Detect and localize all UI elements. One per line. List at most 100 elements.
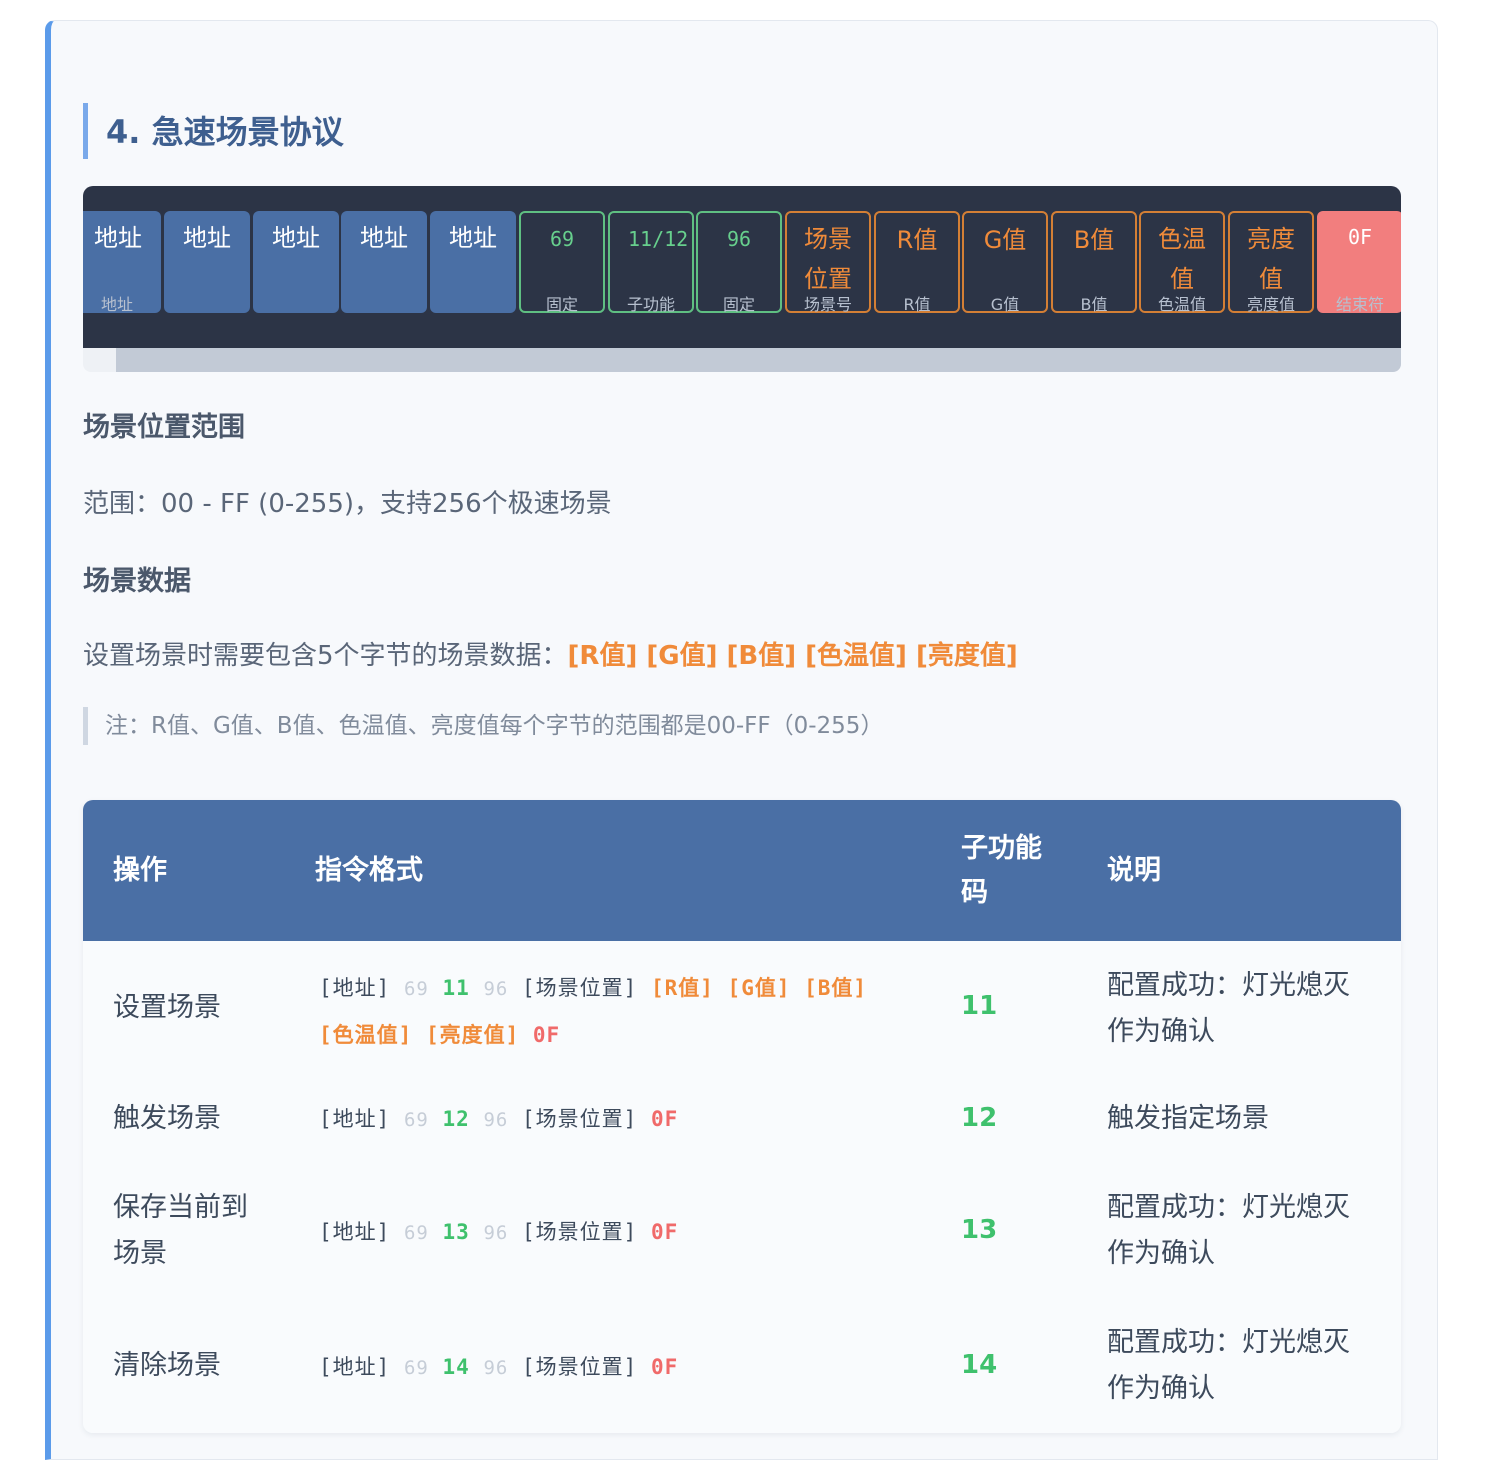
table-header: 操作 指令格式 子功能 码 说明 [83, 800, 1401, 941]
addr-box: 地址 [341, 211, 427, 313]
header-format: 指令格式 [315, 855, 423, 886]
r-label: R值 [903, 295, 931, 314]
token-code: 13 [442, 1220, 470, 1244]
addr-byte-5: 地址 [430, 211, 516, 313]
row-op: 触发场景 [113, 1103, 221, 1134]
row-desc-line2: 作为确认 [1107, 1238, 1215, 1269]
scene-pos-line1: 场景 [804, 225, 852, 253]
protocol-card: 4. 急速场景协议 地址 地址 地址 地址 地址 地址 69 固定 11/12 … [45, 20, 1438, 1460]
header-op: 操作 [113, 855, 167, 886]
token-addr: [地址] [319, 1220, 391, 1244]
byte-diagram[interactable]: 地址 地址 地址 地址 地址 地址 69 固定 11/12 子功能 96 固定 … [83, 186, 1401, 348]
row-code: 11 [961, 991, 998, 1021]
subfunc-label: 子功能 [626, 295, 675, 314]
command-table: 操作 指令格式 子功能 码 说明 设置场景 [地址] 69 11 96 [场景位… [83, 800, 1401, 1433]
scene-pos-label: 场景号 [803, 295, 852, 314]
token-fixed2: 96 [483, 978, 509, 1000]
range-title: 场景位置范围 [83, 412, 245, 443]
token-fixed1: 69 [403, 1357, 429, 1379]
token-addr: [地址] [319, 976, 391, 1000]
row-code: 13 [961, 1215, 998, 1245]
token-fixed1: 69 [403, 978, 429, 1000]
addr-box: 地址 [253, 211, 339, 313]
row-op-line1: 保存当前到 [113, 1192, 248, 1223]
data-highlight: [R值] [G值] [B值] [色温值] [亮度值] [567, 641, 1018, 671]
ct-line1: 色温 [1158, 225, 1206, 253]
token-end: 0F [532, 1023, 561, 1047]
token-r: [R值] [650, 976, 714, 1000]
table-row: 设置场景 [地址] 69 11 96 [场景位置] [R值] [G值] [B值]… [83, 941, 1401, 1076]
data-title: 场景数据 [83, 566, 191, 597]
token-fixed2: 96 [483, 1357, 509, 1379]
row-code: 12 [961, 1103, 998, 1133]
token-addr: [地址] [319, 1107, 391, 1131]
note-block: 注：R值、G值、B值、色温值、亮度值每个字节的范围都是00-FF（0-255） [83, 707, 883, 745]
row-desc-line2: 作为确认 [1107, 1373, 1215, 1404]
range-text: 范围：00 - FF (0-255)，支持256个极速场景 [83, 489, 612, 519]
row-desc-line2: 作为确认 [1107, 1016, 1215, 1047]
row-format: [地址] 69 12 96 [场景位置] 0F [319, 1096, 678, 1143]
row-op: 保存当前到 场景 [113, 1185, 248, 1277]
row-desc-line1: 配置成功：灯光熄灭 [1107, 970, 1350, 1001]
fixed-label: 固定 [722, 295, 755, 314]
row-op: 清除场景 [113, 1350, 221, 1381]
token-code: 11 [442, 976, 470, 1000]
row-format: [地址] 69 11 96 [场景位置] [R值] [G值] [B值] [色温值… [319, 965, 867, 1058]
end-label: 结束符 [1335, 295, 1384, 314]
token-fixed1: 69 [403, 1222, 429, 1244]
row-desc: 触发指定场景 [1107, 1103, 1269, 1134]
token-addr: [地址] [319, 1355, 391, 1379]
scene-pos-line2: 位置 [804, 265, 852, 293]
header-desc: 说明 [1107, 855, 1161, 886]
ct-line2: 值 [1170, 265, 1194, 293]
token-pos: [场景位置] [522, 1355, 638, 1379]
addr-box: 地址 [164, 211, 250, 313]
token-g: [G值] [727, 976, 791, 1000]
token-end: 0F [650, 1107, 679, 1131]
addr-byte-3: 地址 [253, 211, 339, 313]
table-row: 清除场景 [地址] 69 14 96 [场景位置] 0F 14 配置成功：灯光熄… [83, 1298, 1401, 1433]
token-code: 14 [442, 1355, 470, 1379]
token-fixed2: 96 [483, 1222, 509, 1244]
row-format: [地址] 69 13 96 [场景位置] 0F [319, 1209, 678, 1256]
data-text-prefix: 设置场景时需要包含5个字节的场景数据： [83, 641, 568, 671]
token-end: 0F [650, 1220, 679, 1244]
br-line2: 值 [1259, 265, 1283, 293]
table-row: 触发场景 [地址] 69 12 96 [场景位置] 0F 12 触发指定场景 [83, 1075, 1401, 1164]
row-desc-line1: 配置成功：灯光熄灭 [1107, 1192, 1350, 1223]
row-desc: 配置成功：灯光熄灭 作为确认 [1107, 963, 1387, 1055]
row-op: 设置场景 [113, 992, 221, 1023]
token-br: [亮度值] [425, 1023, 520, 1047]
row-desc: 配置成功：灯光熄灭 作为确认 [1107, 1320, 1387, 1412]
row-desc-line1: 配置成功：灯光熄灭 [1107, 1327, 1350, 1358]
token-end: 0F [650, 1355, 679, 1379]
b-label: B值 [1080, 295, 1108, 314]
br-line1: 亮度 [1247, 225, 1295, 253]
token-fixed1: 69 [403, 1109, 429, 1131]
addr-label: 地址 [101, 295, 134, 314]
addr-byte-4: 地址 [341, 211, 427, 313]
row-desc: 配置成功：灯光熄灭 作为确认 [1107, 1185, 1387, 1277]
row-op-line2: 场景 [113, 1238, 167, 1269]
addr-box: 地址 [430, 211, 516, 313]
token-code: 12 [442, 1107, 470, 1131]
table-row: 保存当前到 场景 [地址] 69 13 96 [场景位置] 0F 13 配置成功… [83, 1163, 1401, 1299]
token-pos: [场景位置] [522, 1220, 638, 1244]
header-code: 子功能 码 [961, 827, 1042, 915]
header-code-line2: 码 [961, 877, 988, 908]
addr-byte-2: 地址 [164, 211, 250, 313]
scrollbar-thumb[interactable] [116, 348, 1401, 372]
g-label: G值 [990, 295, 1020, 314]
diagram-scrollbar[interactable] [83, 348, 1401, 372]
token-pos: [场景位置] [522, 1107, 638, 1131]
ct-label: 色温值 [1157, 295, 1206, 314]
token-pos: [场景位置] [522, 976, 638, 1000]
row-code: 14 [961, 1350, 998, 1380]
header-code-line1: 子功能 [961, 833, 1042, 864]
br-label: 亮度值 [1246, 295, 1295, 314]
row-format: [地址] 69 14 96 [场景位置] 0F [319, 1344, 678, 1391]
fixed-label: 固定 [545, 295, 578, 314]
token-b: [B值] [804, 976, 868, 1000]
data-text: 设置场景时需要包含5个字节的场景数据：[R值] [G值] [B值] [色温值] … [83, 635, 1018, 672]
token-ct: [色温值] [319, 1023, 413, 1047]
